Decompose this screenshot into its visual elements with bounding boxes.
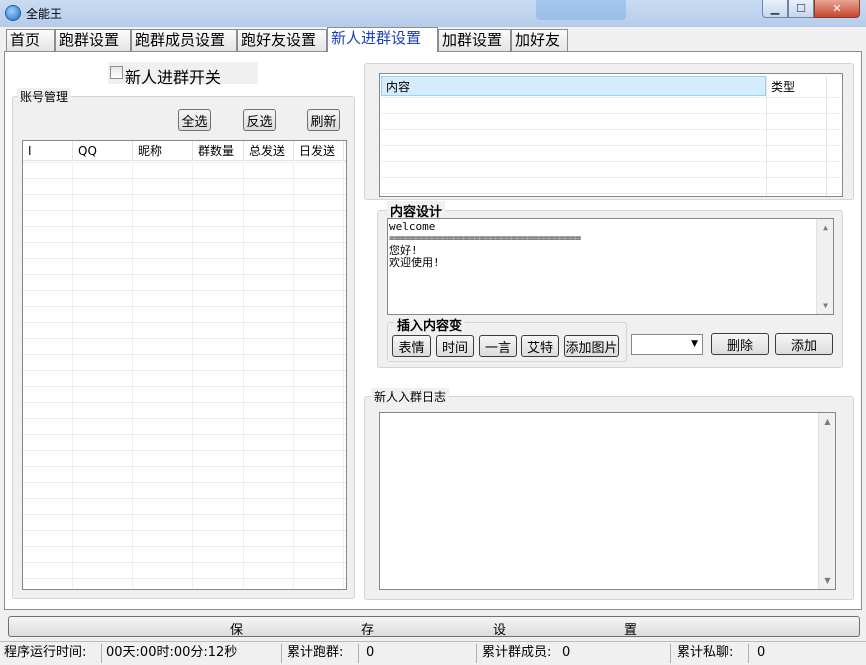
column-divider bbox=[192, 162, 193, 589]
scroll-down-icon[interactable]: ▼ bbox=[817, 297, 833, 314]
content-line: 您好! bbox=[389, 244, 418, 257]
scroll-up-icon[interactable]: ▲ bbox=[817, 219, 833, 236]
content-table-selected-header bbox=[381, 76, 766, 96]
save-settings-button[interactable]: 保 存 设 置 bbox=[8, 616, 860, 638]
chevron-down-icon: ▼ bbox=[691, 339, 698, 349]
newcomer-switch-checkbox[interactable] bbox=[110, 66, 123, 79]
members-label: 累计群成员: bbox=[482, 645, 552, 660]
account-table[interactable]: I QQ 昵称 群数量 总发送 日发送 bbox=[22, 140, 347, 590]
title-bar[interactable]: 全能王 ▁ ☐ ✕ bbox=[0, 0, 866, 27]
column-header[interactable]: 日发送 bbox=[294, 141, 344, 160]
tab-friend-run[interactable]: 跑好友设置 bbox=[237, 29, 327, 51]
content-table-body[interactable] bbox=[381, 97, 841, 195]
maximize-button[interactable]: ☐ bbox=[788, 0, 814, 18]
groups-value: 0 bbox=[366, 645, 375, 660]
tab-group-member-run[interactable]: 跑群成员设置 bbox=[131, 29, 237, 51]
content-editor[interactable]: welcome ================================… bbox=[387, 218, 834, 315]
column-header-type[interactable]: 类型 bbox=[771, 78, 795, 95]
insert-emoji-button[interactable]: 表情 bbox=[392, 335, 431, 357]
content-line: 欢迎使用! bbox=[389, 256, 440, 269]
save-char: 存 bbox=[361, 623, 375, 638]
insert-image-button[interactable]: 添加图片 bbox=[564, 335, 619, 357]
column-divider bbox=[343, 162, 344, 589]
column-header[interactable]: QQ bbox=[73, 141, 133, 160]
column-header[interactable]: 群数量 bbox=[193, 141, 244, 160]
runtime-value: 00天:00时:00分:12秒 bbox=[106, 645, 238, 660]
status-divider bbox=[748, 644, 749, 663]
minimize-button[interactable]: ▁ bbox=[762, 0, 788, 18]
close-icon: ✕ bbox=[832, 2, 842, 15]
invert-selection-button[interactable]: 反选 bbox=[243, 109, 276, 131]
column-header[interactable]: I bbox=[23, 141, 73, 160]
members-value: 0 bbox=[562, 645, 571, 660]
status-divider bbox=[670, 644, 671, 663]
column-header[interactable]: 昵称 bbox=[133, 141, 193, 160]
runtime-label: 程序运行时间: bbox=[4, 645, 87, 660]
insert-quote-button[interactable]: 一言 bbox=[479, 335, 517, 357]
insert-mention-button[interactable]: 艾特 bbox=[521, 335, 559, 357]
content-type-select[interactable]: ▼ bbox=[631, 334, 703, 355]
status-divider bbox=[281, 644, 282, 663]
account-legend: 账号管理 bbox=[17, 88, 72, 105]
status-divider bbox=[476, 644, 477, 663]
status-divider bbox=[101, 644, 102, 663]
groups-label: 累计跑群: bbox=[287, 645, 344, 660]
content-editor-scrollbar[interactable]: ▲ ▼ bbox=[816, 219, 833, 314]
tab-group-run[interactable]: 跑群设置 bbox=[55, 29, 131, 51]
column-divider bbox=[243, 162, 244, 589]
scroll-up-icon[interactable]: ▲ bbox=[819, 413, 836, 430]
tab-strip: 首页 跑群设置 跑群成员设置 跑好友设置 新人进群设置 加群设置 加好友 bbox=[0, 27, 866, 52]
column-header[interactable]: 总发送 bbox=[244, 141, 294, 160]
newcomer-switch-label: 新人进群开关 bbox=[125, 68, 222, 87]
column-divider bbox=[72, 162, 73, 589]
tab-home[interactable]: 首页 bbox=[6, 29, 55, 51]
join-log-textarea[interactable]: ▲ ▼ bbox=[379, 412, 836, 590]
tab-newcomer[interactable]: 新人进群设置 bbox=[327, 27, 438, 52]
join-log-scrollbar[interactable]: ▲ ▼ bbox=[818, 413, 835, 589]
close-button[interactable]: ✕ bbox=[814, 0, 860, 18]
title-bar-highlight bbox=[536, 0, 626, 20]
column-divider bbox=[132, 162, 133, 589]
delete-button[interactable]: 删除 bbox=[711, 333, 769, 355]
content-table[interactable]: 内容 类型 bbox=[379, 73, 843, 197]
maximize-icon: ☐ bbox=[796, 2, 806, 15]
private-label: 累计私聊: bbox=[677, 645, 734, 660]
refresh-button[interactable]: 刷新 bbox=[307, 109, 340, 131]
content-line: welcome bbox=[389, 220, 436, 233]
save-char: 保 bbox=[230, 623, 244, 638]
account-table-header: I QQ 昵称 群数量 总发送 日发送 bbox=[23, 141, 346, 161]
insert-time-button[interactable]: 时间 bbox=[436, 335, 474, 357]
add-button[interactable]: 添加 bbox=[775, 333, 833, 355]
insert-variable-legend: 插入内容变 bbox=[394, 315, 466, 334]
scroll-down-icon[interactable]: ▼ bbox=[819, 572, 836, 589]
content-line: ==================================== bbox=[389, 233, 581, 244]
newcomer-switch[interactable]: 新人进群开关 bbox=[108, 62, 258, 87]
save-char: 置 bbox=[624, 623, 638, 638]
status-bar: 程序运行时间: 00天:00时:00分:12秒 累计跑群: 0 累计群成员: 0… bbox=[0, 641, 866, 665]
app-icon bbox=[5, 5, 21, 21]
status-divider bbox=[358, 644, 359, 663]
minimize-icon: ▁ bbox=[770, 2, 780, 15]
column-divider bbox=[293, 162, 294, 589]
private-value: 0 bbox=[757, 645, 766, 660]
tab-join-group[interactable]: 加群设置 bbox=[438, 29, 511, 51]
select-all-button[interactable]: 全选 bbox=[178, 109, 211, 131]
save-char: 设 bbox=[493, 623, 507, 638]
account-table-body[interactable] bbox=[23, 162, 346, 589]
window-title: 全能王 bbox=[26, 7, 63, 21]
column-header-content[interactable]: 内容 bbox=[386, 78, 410, 95]
join-log-legend: 新人入群日志 bbox=[371, 388, 450, 405]
tab-add-friend[interactable]: 加好友 bbox=[511, 29, 568, 51]
